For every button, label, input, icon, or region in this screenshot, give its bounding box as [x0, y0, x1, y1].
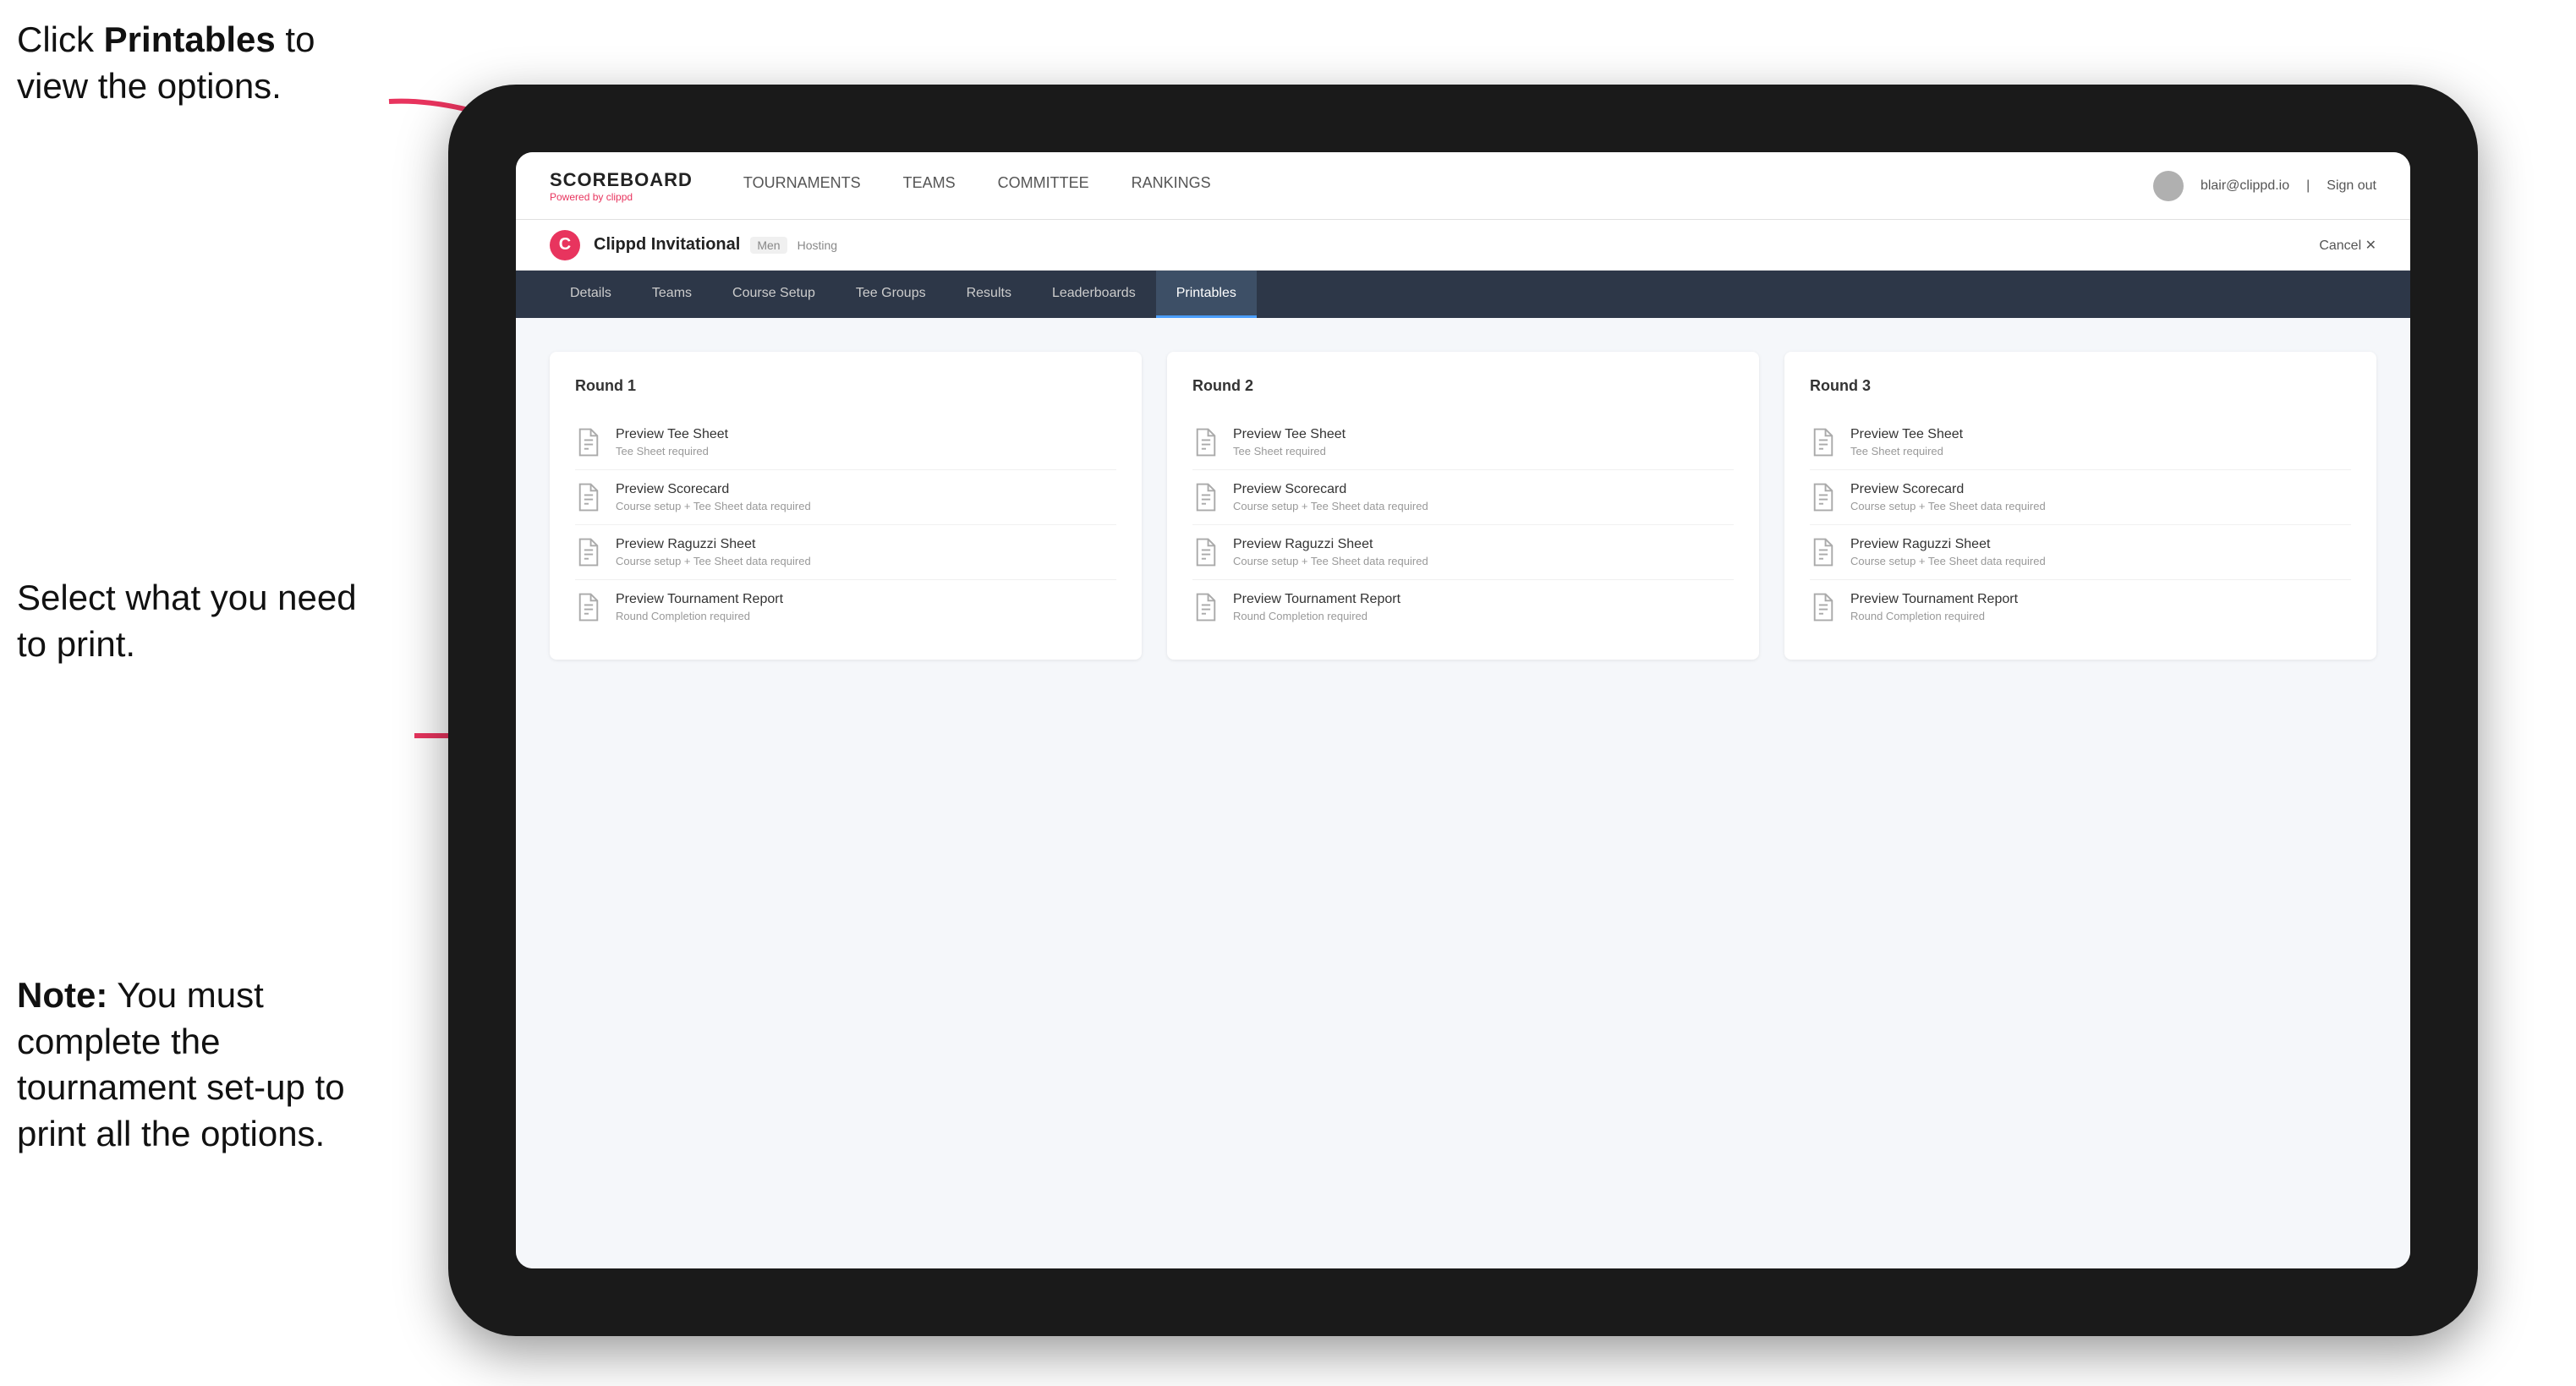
round3-report-sub: Round Completion required: [1850, 610, 2018, 622]
nav-tournaments[interactable]: TOURNAMENTS: [743, 174, 861, 197]
round2-scorecard[interactable]: Preview Scorecard Course setup + Tee She…: [1192, 470, 1734, 525]
tournament-name: Clippd Invitational: [594, 235, 740, 255]
round3-tee-sheet-title: Preview Tee Sheet: [1850, 427, 1963, 442]
sub-header: C Clippd Invitational Men Hosting Cancel…: [516, 220, 2410, 271]
document-icon: [1810, 592, 1837, 622]
rounds-grid: Round 1 Preview Tee Sheet Tee Sheet requ…: [550, 352, 2376, 660]
round2-report-sub: Round Completion required: [1233, 610, 1400, 622]
document-icon: [1192, 537, 1219, 567]
round1-report-sub: Round Completion required: [616, 610, 783, 622]
tab-printables[interactable]: Printables: [1156, 271, 1257, 318]
top-nav-right: blair@clippd.io | Sign out: [2153, 171, 2376, 201]
round3-tournament-report[interactable]: Preview Tournament Report Round Completi…: [1810, 580, 2351, 634]
logo-title: SCOREBOARD: [550, 169, 693, 191]
round2-scorecard-sub: Course setup + Tee Sheet data required: [1233, 500, 1428, 512]
instruction-bottom: Note: You must complete the tournament s…: [17, 972, 372, 1157]
round-1-title: Round 1: [575, 377, 1116, 395]
round2-scorecard-title: Preview Scorecard: [1233, 482, 1428, 497]
round2-raguzzi-sub: Course setup + Tee Sheet data required: [1233, 555, 1428, 567]
document-icon: [1810, 537, 1837, 567]
round3-tee-sheet[interactable]: Preview Tee Sheet Tee Sheet required: [1810, 415, 2351, 470]
tournament-logo-icon: C: [550, 230, 580, 260]
round1-scorecard-sub: Course setup + Tee Sheet data required: [616, 500, 811, 512]
user-avatar: [2153, 171, 2184, 201]
tab-course-setup[interactable]: Course Setup: [712, 271, 836, 318]
document-icon: [575, 482, 602, 512]
tab-leaderboards[interactable]: Leaderboards: [1032, 271, 1156, 318]
round3-report-title: Preview Tournament Report: [1850, 592, 2018, 607]
round3-raguzzi-title: Preview Raguzzi Sheet: [1850, 537, 2046, 552]
tab-results[interactable]: Results: [946, 271, 1032, 318]
round1-scorecard-title: Preview Scorecard: [616, 482, 811, 497]
round-3-title: Round 3: [1810, 377, 2351, 395]
round1-raguzzi[interactable]: Preview Raguzzi Sheet Course setup + Tee…: [575, 525, 1116, 580]
round2-tee-sheet-sub: Tee Sheet required: [1233, 445, 1346, 457]
tab-details[interactable]: Details: [550, 271, 632, 318]
round-3-section: Round 3 Preview Tee Sheet Tee Sheet requ…: [1784, 352, 2376, 660]
round1-scorecard[interactable]: Preview Scorecard Course setup + Tee She…: [575, 470, 1116, 525]
document-icon: [575, 592, 602, 622]
tab-teams[interactable]: Teams: [632, 271, 712, 318]
top-nav: SCOREBOARD Powered by clippd TOURNAMENTS…: [516, 152, 2410, 220]
round1-tee-sheet-title: Preview Tee Sheet: [616, 427, 728, 442]
round3-scorecard-sub: Course setup + Tee Sheet data required: [1850, 500, 2046, 512]
document-icon: [1192, 427, 1219, 457]
round-2-section: Round 2 Preview Tee Sheet Tee Sheet requ…: [1167, 352, 1759, 660]
nav-committee[interactable]: COMMITTEE: [998, 174, 1089, 197]
top-nav-links: TOURNAMENTS TEAMS COMMITTEE RANKINGS: [743, 174, 2153, 197]
round3-tee-sheet-sub: Tee Sheet required: [1850, 445, 1963, 457]
round2-tournament-report[interactable]: Preview Tournament Report Round Completi…: [1192, 580, 1734, 634]
document-icon: [1810, 427, 1837, 457]
round3-scorecard[interactable]: Preview Scorecard Course setup + Tee She…: [1810, 470, 2351, 525]
round1-tee-sheet[interactable]: Preview Tee Sheet Tee Sheet required: [575, 415, 1116, 470]
round1-tee-sheet-sub: Tee Sheet required: [616, 445, 728, 457]
document-icon: [1810, 482, 1837, 512]
tab-tee-groups[interactable]: Tee Groups: [836, 271, 946, 318]
round-2-title: Round 2: [1192, 377, 1734, 395]
instruction-middle: Select what you need to print.: [17, 575, 372, 667]
round2-raguzzi-title: Preview Raguzzi Sheet: [1233, 537, 1428, 552]
round2-raguzzi[interactable]: Preview Raguzzi Sheet Course setup + Tee…: [1192, 525, 1734, 580]
separator: |: [2306, 178, 2310, 194]
document-icon: [575, 537, 602, 567]
round1-raguzzi-sub: Course setup + Tee Sheet data required: [616, 555, 811, 567]
round3-scorecard-title: Preview Scorecard: [1850, 482, 2046, 497]
tablet-frame: SCOREBOARD Powered by clippd TOURNAMENTS…: [448, 85, 2478, 1336]
round1-tournament-report[interactable]: Preview Tournament Report Round Completi…: [575, 580, 1116, 634]
round-1-section: Round 1 Preview Tee Sheet Tee Sheet requ…: [550, 352, 1142, 660]
document-icon: [1192, 482, 1219, 512]
cancel-button[interactable]: Cancel ✕: [2319, 237, 2376, 254]
tab-bar: Details Teams Course Setup Tee Groups Re…: [516, 271, 2410, 318]
scoreboard-logo: SCOREBOARD Powered by clippd: [550, 169, 693, 203]
round1-report-title: Preview Tournament Report: [616, 592, 783, 607]
document-icon: [575, 427, 602, 457]
round1-raguzzi-title: Preview Raguzzi Sheet: [616, 537, 811, 552]
round3-raguzzi-sub: Course setup + Tee Sheet data required: [1850, 555, 2046, 567]
user-email: blair@clippd.io: [2201, 178, 2289, 194]
round2-tee-sheet-title: Preview Tee Sheet: [1233, 427, 1346, 442]
logo-sub: Powered by clippd: [550, 191, 693, 203]
hosting-badge: Hosting: [797, 238, 837, 252]
nav-teams[interactable]: TEAMS: [903, 174, 956, 197]
instruction-top: Click Printables to view the options.: [17, 17, 372, 109]
tournament-badge: Men: [750, 237, 787, 254]
nav-rankings[interactable]: RANKINGS: [1132, 174, 1211, 197]
sign-out-link[interactable]: Sign out: [2327, 178, 2376, 194]
round2-report-title: Preview Tournament Report: [1233, 592, 1400, 607]
round2-tee-sheet[interactable]: Preview Tee Sheet Tee Sheet required: [1192, 415, 1734, 470]
tablet-screen: SCOREBOARD Powered by clippd TOURNAMENTS…: [516, 152, 2410, 1268]
document-icon: [1192, 592, 1219, 622]
round3-raguzzi[interactable]: Preview Raguzzi Sheet Course setup + Tee…: [1810, 525, 2351, 580]
main-content: Round 1 Preview Tee Sheet Tee Sheet requ…: [516, 318, 2410, 1268]
